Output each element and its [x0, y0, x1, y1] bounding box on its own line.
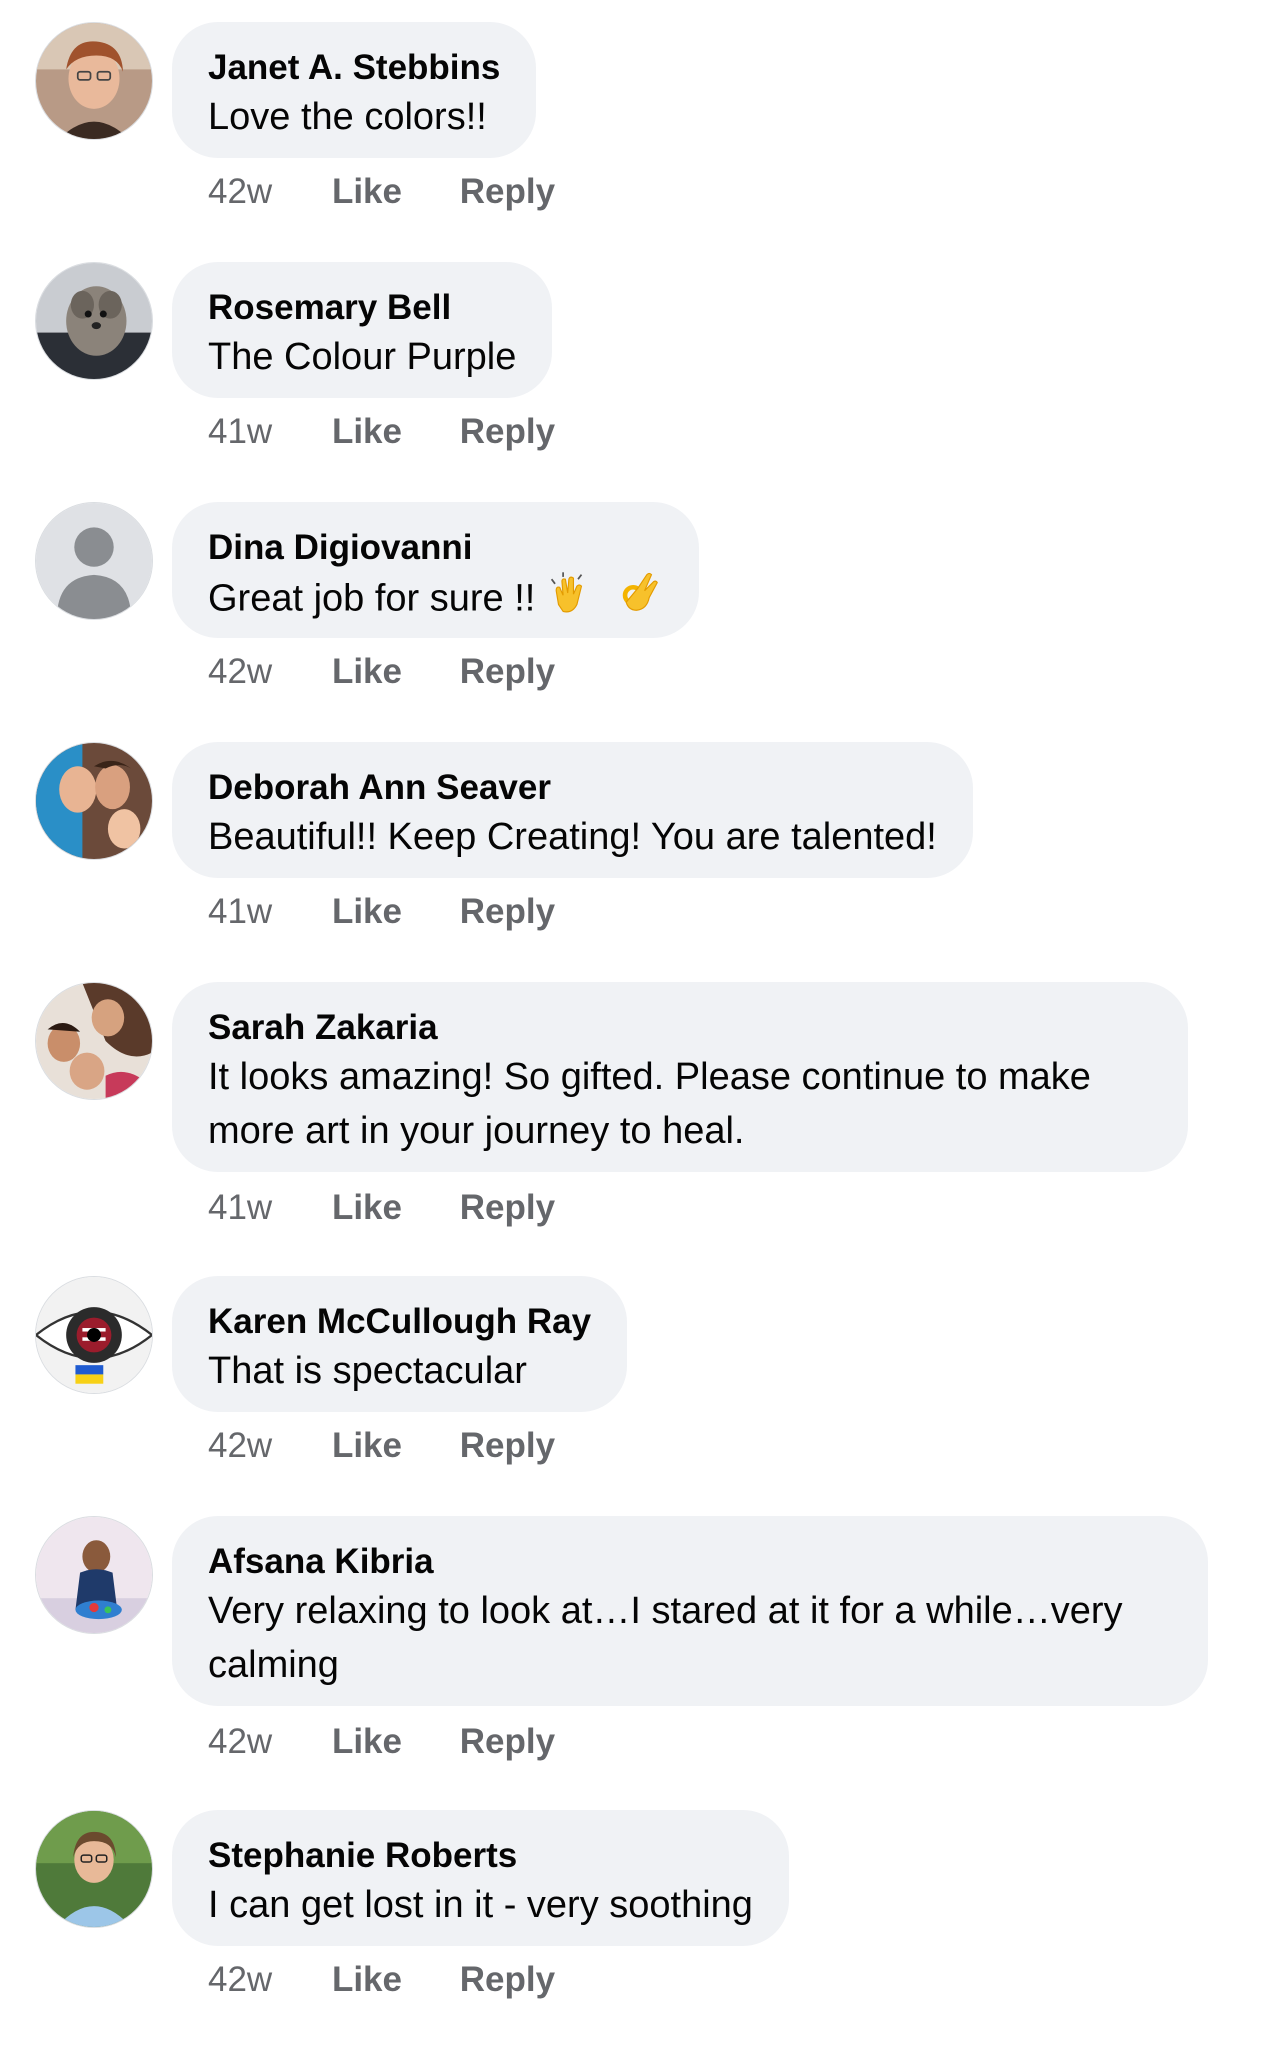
- comment-text: It looks amazing! So gifted. Please cont…: [208, 1056, 1091, 1152]
- comment-text: Great job for sure !!: [208, 570, 663, 631]
- comment-timestamp[interactable]: 41w: [208, 892, 272, 932]
- comment-actions: 42w Like Reply: [208, 172, 603, 212]
- reply-button[interactable]: Reply: [460, 1188, 555, 1228]
- comment-bubble: Janet A. Stebbins Love the colors!!: [172, 22, 537, 158]
- like-button[interactable]: Like: [332, 1188, 402, 1228]
- comment-timestamp[interactable]: 41w: [208, 1188, 272, 1228]
- comment-bubble: Karen McCullough Ray That is spectacular: [172, 1276, 628, 1412]
- avatar-photo-icon: [36, 263, 152, 379]
- avatar[interactable]: [35, 262, 153, 380]
- like-button[interactable]: Like: [332, 412, 402, 452]
- comment-text: Very relaxing to look at…I stared at it …: [208, 1590, 1123, 1686]
- avatar[interactable]: [35, 742, 153, 860]
- like-button[interactable]: Like: [332, 652, 402, 692]
- avatar-photo-icon: [36, 1277, 152, 1393]
- comment-actions: 42w Like Reply: [208, 1722, 603, 1762]
- ok-hand-emoji-icon: [617, 570, 663, 631]
- default-avatar-icon: [36, 503, 152, 619]
- reply-button[interactable]: Reply: [460, 412, 555, 452]
- comment-bubble: Sarah Zakaria It looks amazing! So gifte…: [172, 982, 1188, 1172]
- avatar-photo-icon: [36, 23, 152, 139]
- comment-actions: 42w Like Reply: [208, 652, 603, 692]
- comment-bubble: Dina Digiovanni Great job for sure !!: [172, 502, 700, 638]
- like-button[interactable]: Like: [332, 172, 402, 212]
- comment-author[interactable]: Stephanie Roberts: [208, 1834, 753, 1878]
- comment-timestamp[interactable]: 41w: [208, 412, 272, 452]
- reply-button[interactable]: Reply: [460, 892, 555, 932]
- comment-text: I can get lost in it - very soothing: [208, 1884, 753, 1926]
- comment-bubble: Stephanie Roberts I can get lost in it -…: [172, 1810, 789, 1946]
- comment-author[interactable]: Janet A. Stebbins: [208, 46, 500, 90]
- avatar-photo-icon: [36, 1811, 152, 1927]
- reply-button[interactable]: Reply: [460, 1960, 555, 2000]
- reply-button[interactable]: Reply: [460, 1722, 555, 1762]
- avatar[interactable]: [35, 1276, 153, 1394]
- comment-text: Beautiful!! Keep Creating! You are talen…: [208, 816, 937, 858]
- comment-timestamp[interactable]: 42w: [208, 1426, 272, 1466]
- comment-author[interactable]: Karen McCullough Ray: [208, 1300, 591, 1344]
- avatar[interactable]: [35, 1516, 153, 1634]
- comment-actions: 41w Like Reply: [208, 412, 603, 452]
- comment-author[interactable]: Dina Digiovanni: [208, 526, 663, 570]
- comment-text: Love the colors!!: [208, 96, 487, 138]
- avatar-photo-icon: [36, 743, 152, 859]
- avatar[interactable]: [35, 502, 153, 620]
- avatar[interactable]: [35, 22, 153, 140]
- like-button[interactable]: Like: [332, 1722, 402, 1762]
- comment-actions: 42w Like Reply: [208, 1426, 603, 1466]
- like-button[interactable]: Like: [332, 892, 402, 932]
- avatar[interactable]: [35, 982, 153, 1100]
- comment-text: The Colour Purple: [208, 336, 517, 378]
- comment-author[interactable]: Deborah Ann Seaver: [208, 766, 937, 810]
- clapping-hands-emoji-icon: [547, 570, 593, 631]
- comment-bubble: Afsana Kibria Very relaxing to look at…I…: [172, 1516, 1208, 1706]
- like-button[interactable]: Like: [332, 1960, 402, 2000]
- comment-author[interactable]: Sarah Zakaria: [208, 1006, 1152, 1050]
- comment-text: That is spectacular: [208, 1350, 527, 1392]
- comment-text-content: Great job for sure !!: [208, 577, 536, 620]
- comment-author[interactable]: Afsana Kibria: [208, 1540, 1172, 1584]
- comment-author[interactable]: Rosemary Bell: [208, 286, 516, 330]
- comment-timestamp[interactable]: 42w: [208, 652, 272, 692]
- comment-timestamp[interactable]: 42w: [208, 172, 272, 212]
- comment-timestamp[interactable]: 42w: [208, 1722, 272, 1762]
- avatar-photo-icon: [36, 983, 152, 1099]
- comment-actions: 42w Like Reply: [208, 1960, 603, 2000]
- reply-button[interactable]: Reply: [460, 172, 555, 212]
- comment-timestamp[interactable]: 42w: [208, 1960, 272, 2000]
- comment-actions: 41w Like Reply: [208, 892, 603, 932]
- comments-list: Janet A. Stebbins Love the colors!! 42w …: [0, 0, 1284, 2051]
- avatar[interactable]: [35, 1810, 153, 1928]
- comment-bubble: Deborah Ann Seaver Beautiful!! Keep Crea…: [172, 742, 973, 878]
- comment-actions: 41w Like Reply: [208, 1188, 603, 1228]
- comment-bubble: Rosemary Bell The Colour Purple: [172, 262, 553, 398]
- like-button[interactable]: Like: [332, 1426, 402, 1466]
- reply-button[interactable]: Reply: [460, 652, 555, 692]
- avatar-photo-icon: [36, 1517, 152, 1633]
- reply-button[interactable]: Reply: [460, 1426, 555, 1466]
